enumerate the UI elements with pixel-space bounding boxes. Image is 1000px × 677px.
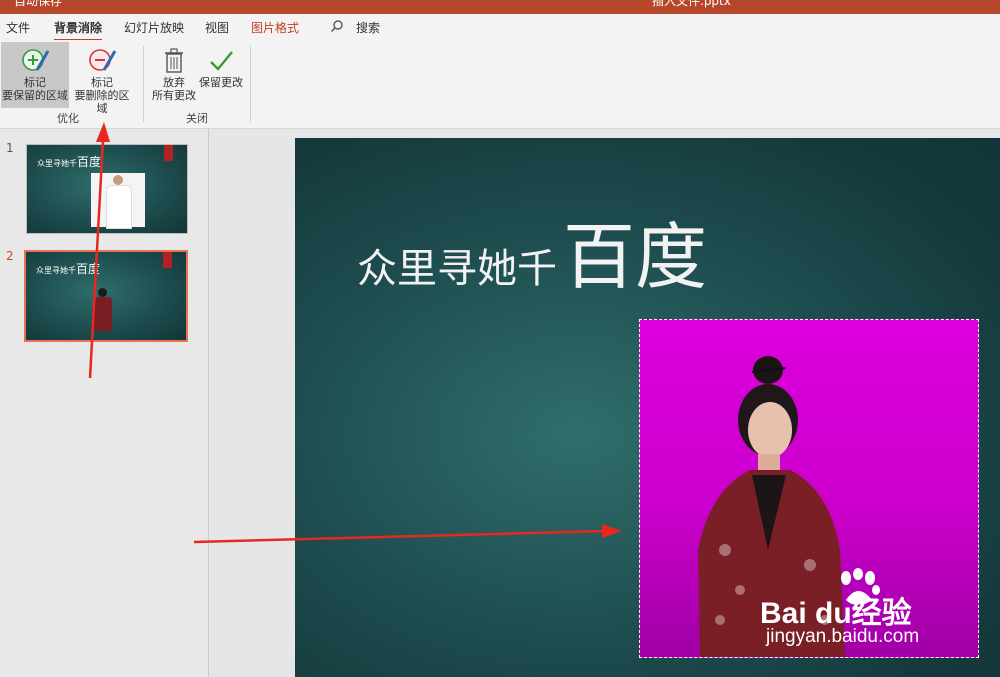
- arrow-head: [96, 122, 110, 142]
- annotation-arrows: [88, 122, 622, 544]
- arrow-head: [602, 524, 622, 538]
